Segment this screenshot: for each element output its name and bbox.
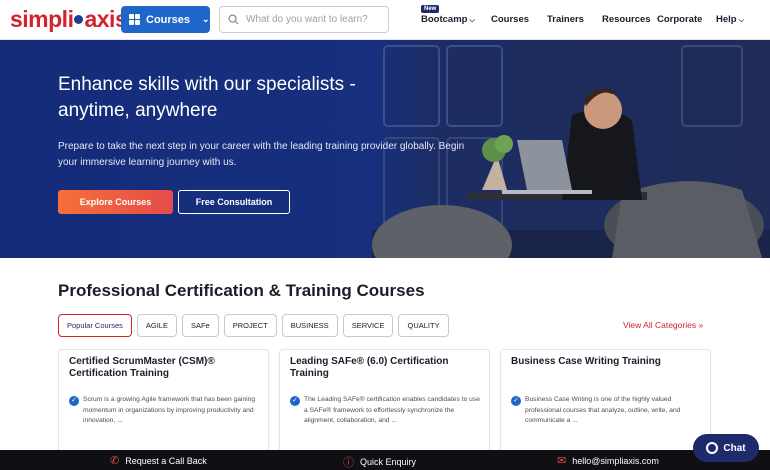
course-card-title[interactable]: Business Case Writing Training	[511, 356, 701, 368]
chip-quality[interactable]: QUALITY	[398, 314, 449, 337]
chat-button[interactable]: Chat	[693, 434, 759, 462]
nav-bootcamp[interactable]: Bootcamp ⌵	[421, 14, 475, 25]
chip-business[interactable]: BUSINESS	[281, 314, 338, 337]
chat-label: Chat	[723, 442, 746, 454]
course-card-title[interactable]: Certified ScrumMaster (CSM)® Certificati…	[69, 356, 259, 380]
phone-icon: ✆	[110, 455, 120, 467]
chevron-down-icon: ⌄	[202, 14, 210, 24]
check-badge-icon: ✓	[511, 396, 521, 406]
nav-corporate[interactable]: Corporate	[657, 14, 702, 25]
free-consultation-button[interactable]: Free Consultation	[178, 190, 290, 214]
hero-subtitle: Prepare to take the next step in your ca…	[58, 141, 465, 168]
chip-agile[interactable]: AGILE	[136, 314, 177, 337]
nav-help-label: Help	[716, 14, 737, 25]
request-call-back-link[interactable]: ✆ Request a Call Back	[110, 454, 207, 467]
logo-dot	[74, 14, 84, 24]
nav-resources-label: Resources	[602, 14, 651, 25]
site-header: simpliaxis Courses ⌄ New Bootcamp⌵ Cours…	[0, 0, 770, 40]
nav-trainers-label: Trainers	[547, 14, 584, 25]
chip-popular-courses[interactable]: Popular Courses	[58, 314, 132, 337]
view-all-categories-link[interactable]: View All Categories »	[623, 320, 703, 330]
sticky-contact-bar: ✆ Request a Call Back ⓘ Quick Enquiry ✉ …	[0, 450, 770, 470]
category-chips: Popular Courses AGILE SAFe PROJECT BUSIN…	[58, 314, 449, 337]
new-badge: New	[421, 5, 440, 13]
course-card-description: Business Case Writing is one of the high…	[525, 396, 681, 424]
check-badge-icon: ✓	[290, 396, 300, 406]
logo-text-left: simpli	[10, 6, 74, 32]
nav-trainers[interactable]: Trainers	[547, 14, 584, 25]
chip-service[interactable]: SERVICE	[342, 314, 394, 337]
hero-banner: Enhance skills with our specialists - an…	[0, 40, 770, 258]
course-card[interactable]: Certified ScrumMaster (CSM)® Certificati…	[58, 349, 269, 464]
course-card[interactable]: Leading SAFe® (6.0) Certification Traini…	[279, 349, 490, 464]
course-card[interactable]: Business Case Writing Training ✓ Busines…	[500, 349, 711, 464]
simpliaxis-logo[interactable]: simpli axis	[10, 6, 128, 33]
question-icon: ⓘ	[343, 457, 354, 469]
grid-icon	[129, 14, 140, 25]
nav-help[interactable]: Help ⌵	[716, 14, 744, 25]
request-call-back-label: Request a Call Back	[125, 455, 207, 466]
chat-bubble-icon	[706, 442, 719, 454]
nav-courses[interactable]: Courses	[491, 14, 529, 25]
course-card-description: Scrum is a growing Agile framework that …	[83, 396, 256, 424]
search-icon	[228, 14, 239, 25]
course-card-title[interactable]: Leading SAFe® (6.0) Certification Traini…	[290, 356, 480, 380]
nav-bootcamp-label: Bootcamp	[421, 14, 468, 25]
nav-resources[interactable]: Resources	[602, 14, 651, 25]
courses-menu-label: Courses	[146, 13, 191, 26]
nav-corporate-label: Corporate	[657, 14, 703, 25]
nav-courses-label: Courses	[491, 14, 530, 25]
quick-enquiry-label: Quick Enquiry	[360, 457, 417, 467]
chevron-down-icon: ⌵	[738, 17, 744, 24]
email-link[interactable]: ✉ hello@simpliaxis.com	[557, 454, 659, 467]
course-card-description: The Leading SAFe® certification enables …	[304, 396, 480, 424]
search-input[interactable]	[246, 14, 376, 25]
explore-courses-button[interactable]: Explore Courses	[58, 190, 173, 214]
chip-safe[interactable]: SAFe	[181, 314, 219, 337]
search-box[interactable]	[219, 6, 389, 33]
check-badge-icon: ✓	[69, 396, 79, 406]
courses-menu-button[interactable]: Courses ⌄	[121, 6, 210, 33]
quick-enquiry-link[interactable]: ⓘ Quick Enquiry	[343, 454, 416, 470]
chevron-down-icon: ⌵	[469, 17, 475, 24]
chip-project[interactable]: PROJECT	[223, 314, 277, 337]
mail-icon: ✉	[557, 455, 567, 467]
email-label: hello@simpliaxis.com	[572, 455, 659, 466]
hero-title: Enhance skills with our specialists - an…	[58, 74, 356, 121]
section-title: Professional Certification & Training Co…	[58, 281, 425, 300]
